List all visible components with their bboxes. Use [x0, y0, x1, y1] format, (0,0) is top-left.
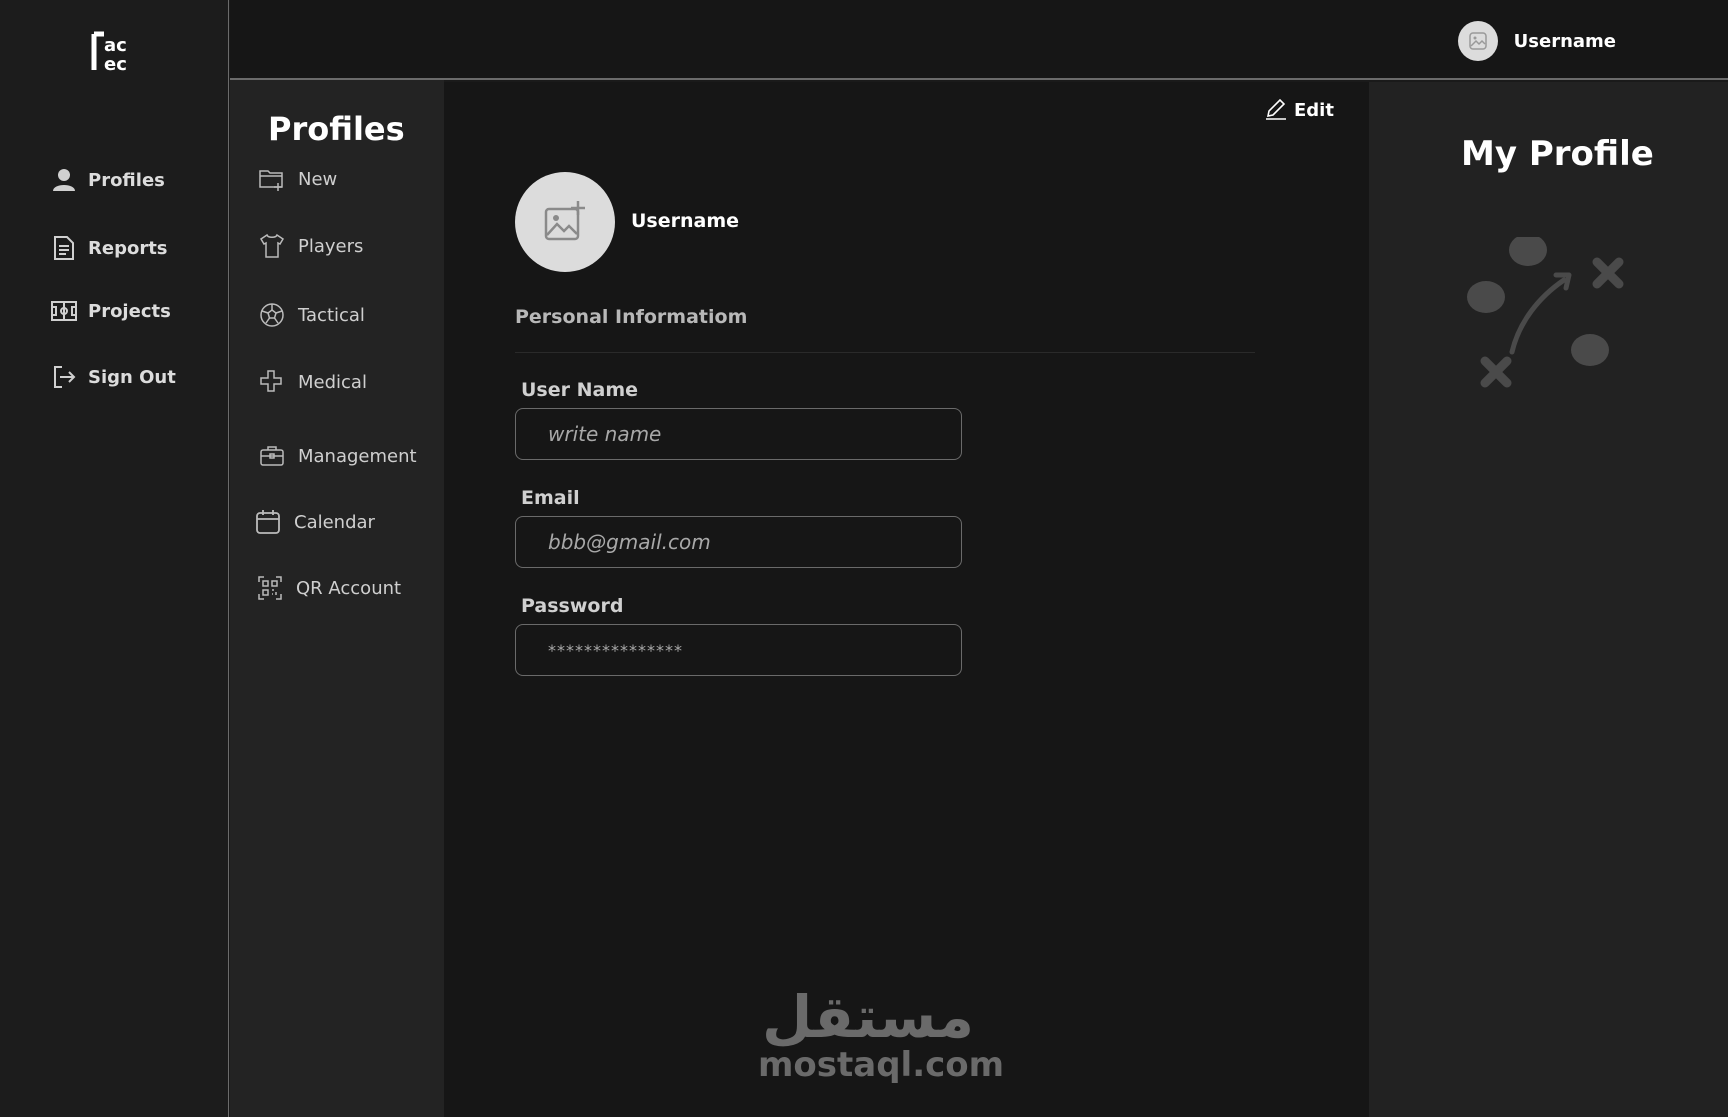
- edit-button[interactable]: Edit: [1264, 96, 1334, 124]
- subnav-item-management[interactable]: Management: [258, 442, 417, 470]
- shirt-icon: [258, 232, 286, 260]
- svg-text:ac: ac: [104, 35, 127, 56]
- email-field[interactable]: [515, 516, 962, 568]
- watermark: مستقل mostaql.com: [758, 983, 1005, 1085]
- briefcase-icon: [258, 442, 286, 470]
- sidebar-item-label: Profiles: [88, 169, 165, 191]
- user-menu[interactable]: Username: [1457, 21, 1616, 61]
- sidebar-item-sign-out[interactable]: Sign Out: [50, 363, 176, 391]
- subnav-item-calendar[interactable]: Calendar: [254, 508, 375, 536]
- watermark-arabic: مستقل: [761, 983, 975, 1051]
- email-label: Email: [521, 487, 580, 509]
- username-field[interactable]: [515, 408, 962, 460]
- svg-text:ec: ec: [104, 54, 127, 74]
- section-title: Personal Informatiom: [515, 306, 748, 328]
- subnav-item-label: Players: [298, 235, 364, 257]
- subnav-item-qr-account[interactable]: QR Account: [256, 574, 401, 602]
- watermark-latin: mostaql.com: [758, 1045, 1005, 1085]
- subnav-item-new[interactable]: New: [258, 165, 337, 193]
- brand-logo[interactable]: ac ec: [90, 30, 136, 75]
- subnav-item-label: Medical: [298, 371, 367, 393]
- username-label: User Name: [521, 379, 639, 401]
- sign-out-icon: [50, 363, 78, 391]
- subnav-item-label: New: [298, 168, 338, 190]
- subnav-item-players[interactable]: Players: [258, 232, 363, 260]
- sidebar-item-profiles[interactable]: Profiles: [50, 166, 165, 194]
- field-icon: [50, 297, 78, 325]
- password-field[interactable]: [515, 624, 962, 676]
- subnav-item-label: QR Account: [296, 577, 402, 599]
- sidebar-item-label: Projects: [88, 300, 171, 322]
- sidebar-item-projects[interactable]: Projects: [50, 297, 171, 325]
- add-image-icon: [544, 201, 585, 241]
- document-icon: [50, 234, 78, 262]
- divider: [515, 352, 1255, 353]
- profiles-subnav: Profiles New Players Tactical Medical Ma…: [230, 80, 444, 1117]
- edit-label: Edit: [1294, 99, 1334, 121]
- medical-cross-icon: [258, 368, 286, 396]
- pencil-icon: [1264, 96, 1288, 124]
- sidebar-item-label: Reports: [88, 237, 168, 259]
- folder-plus-icon: [258, 165, 286, 193]
- avatar-upload[interactable]: [515, 172, 615, 272]
- qr-icon: [256, 574, 284, 602]
- topbar-username: Username: [1513, 30, 1616, 52]
- tactics-illustration: [1459, 234, 1629, 407]
- avatar[interactable]: [1457, 21, 1498, 61]
- subnav-item-label: Calendar: [294, 511, 375, 533]
- subnav-title: Profiles: [268, 110, 405, 148]
- subnav-item-medical[interactable]: Medical: [258, 368, 367, 396]
- panel-title: My Profile: [1461, 134, 1654, 174]
- main-sidebar: ac ec Profiles Reports Projects Sign Out: [0, 0, 229, 1117]
- subnav-item-tactical[interactable]: Tactical: [258, 301, 365, 329]
- ball-icon: [258, 301, 286, 329]
- top-bar: Username: [230, 0, 1728, 80]
- subnav-item-label: Tactical: [298, 304, 365, 326]
- my-profile-panel: My Profile: [1369, 82, 1728, 1117]
- profile-username: Username: [631, 210, 740, 232]
- subnav-item-label: Management: [298, 445, 417, 467]
- image-icon: [1468, 32, 1487, 50]
- password-label: Password: [521, 595, 624, 617]
- sidebar-item-reports[interactable]: Reports: [50, 234, 168, 262]
- user-icon: [50, 166, 78, 194]
- profile-form-area: Edit Username Personal Informatiom User …: [444, 82, 1369, 1117]
- sidebar-item-label: Sign Out: [88, 366, 176, 388]
- calendar-icon: [254, 508, 282, 536]
